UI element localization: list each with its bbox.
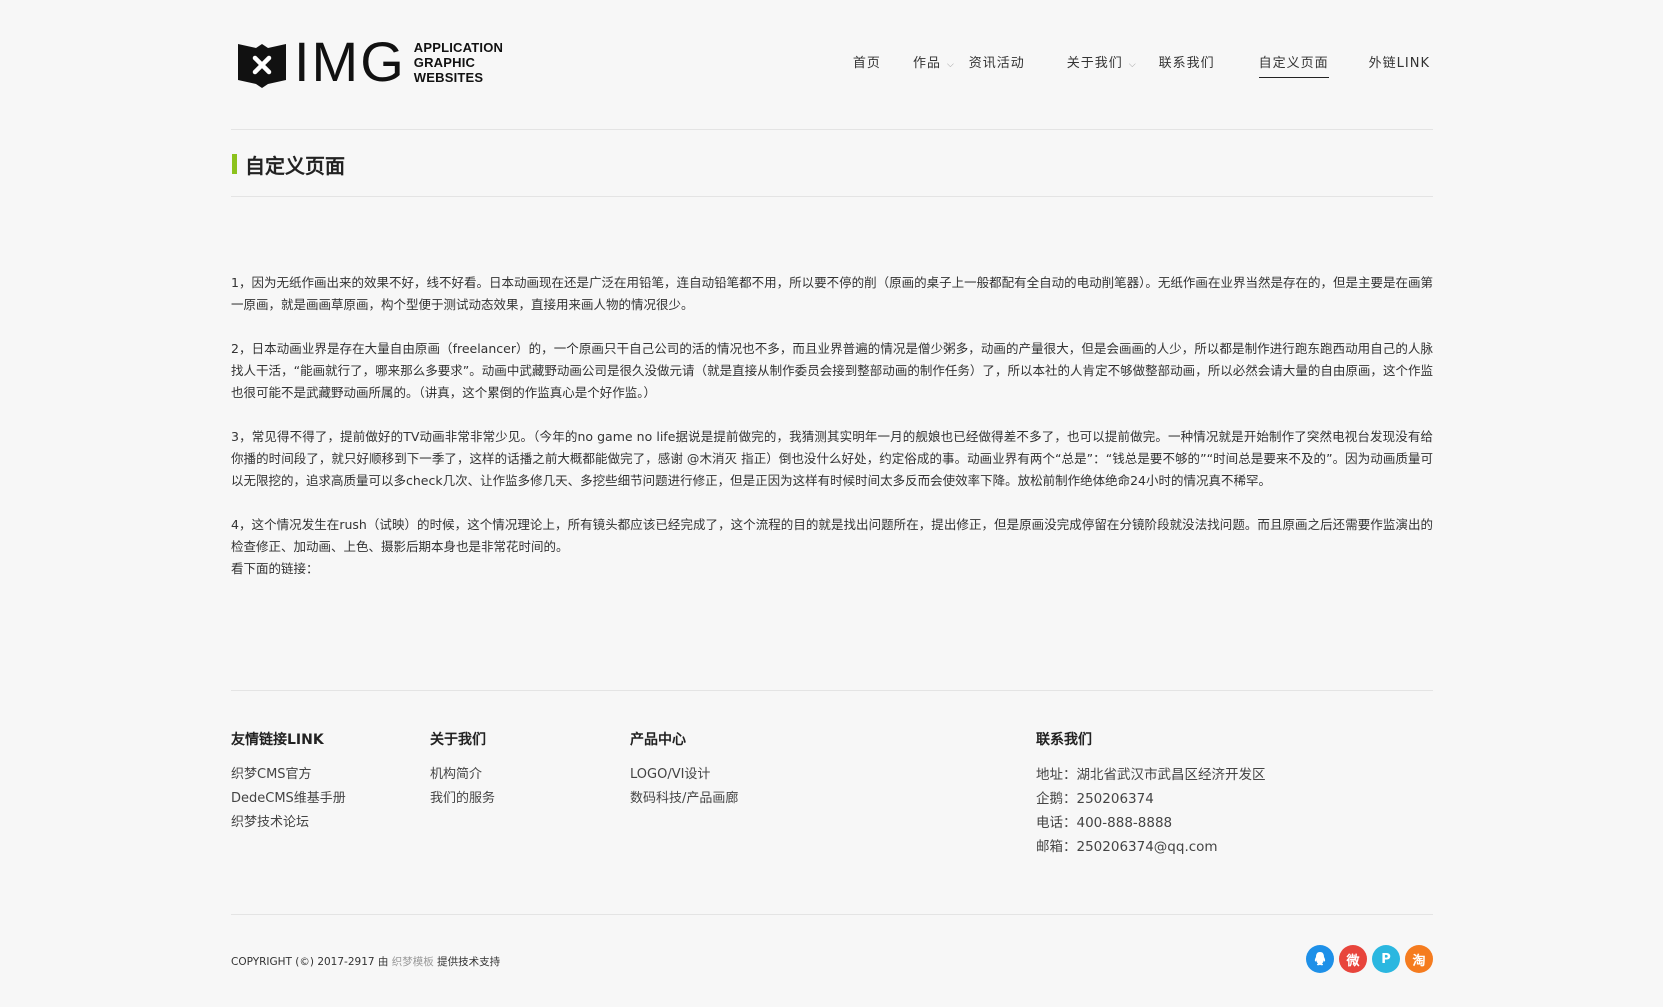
contact-qq: 企鹅：250206374 [1036, 791, 1154, 807]
logo-tagline-line1: APPLICATION [413, 39, 504, 55]
logo-tagline-line2: GRAPHIC [413, 54, 476, 70]
taobao-icon[interactable]: 淘 [1405, 945, 1433, 973]
nav-item-external-link[interactable]: 外链LINK [1369, 52, 1430, 78]
nav-item-custom-page[interactable]: 自定义页面 [1258, 52, 1329, 78]
nav-item-news[interactable]: 资讯活动 [969, 52, 1025, 78]
footer-link-dedecms-official[interactable]: 织梦CMS官方 [231, 763, 346, 787]
cms-link[interactable]: 织梦模板 [392, 956, 434, 968]
footer-contact-heading: 联系我们 [1036, 732, 1092, 748]
taobao-glyph: 淘 [1412, 953, 1426, 969]
copyright-suffix: 提供技术支持 [433, 956, 501, 968]
qq-icon[interactable] [1306, 945, 1334, 973]
nav-label: 自定义页面 [1258, 56, 1329, 71]
weibo-icon[interactable]: 微 [1339, 945, 1367, 973]
contact-email: 邮箱：250206374@qq.com [1036, 839, 1218, 855]
article-paragraph-1: 1，因为无纸作画出来的效果不好，线不好看。日本动画现在还是广泛在用铅笔，连自动铅… [231, 275, 1433, 312]
footer-contact-column: 联系我们 地址：湖北省武汉市武昌区经济开发区 企鹅：250206374 电话：4… [1036, 729, 1266, 859]
nav-label: 外链LINK [1368, 56, 1430, 71]
article-paragraph-3: 3，常见得不得了，提前做好的TV动画非常非常少见。（今年的no game no … [231, 429, 1433, 488]
footer-about-heading: 关于我们 [430, 732, 486, 748]
footer-links-column: 友情链接LINK 织梦CMS官方 DedeCMS维基手册 织梦技术论坛 [231, 729, 346, 835]
main-nav: 首页 作品 ⌵ 资讯活动 关于我们 ⌵ 联系我们 自定义页面 外链LINK [821, 52, 1430, 78]
nav-item-home[interactable]: 首页 [853, 52, 881, 78]
article-body: 1，因为无纸作画出来的效果不好，线不好看。日本动画现在还是广泛在用铅笔，连自动铅… [231, 272, 1433, 580]
contact-phone: 电话：400-888-8888 [1036, 815, 1173, 831]
bottom-bar: COPYRIGHT (©) 2017-2917 由 织梦模板 提供技术支持 微 … [231, 940, 1433, 980]
footer-links-heading: 友情链接LINK [231, 732, 324, 748]
logo-tagline: APPLICATION GRAPHIC WEBSITES [414, 40, 503, 85]
article-paragraph-2: 2，日本动画业界是存在大量自由原画（freelancer）的，一个原画只干自己公… [231, 341, 1433, 400]
logo-wordmark: IMG [294, 30, 406, 93]
nav-item-contact[interactable]: 联系我们 [1159, 52, 1215, 78]
footer-products-column: 产品中心 LOGO/VI设计 数码科技/产品画廊 [630, 729, 738, 811]
nav-label: 关于我们 [1066, 56, 1123, 71]
logo-tagline-line3: WEBSITES [413, 69, 484, 85]
social-links: 微 P 淘 [1301, 945, 1433, 973]
article-paragraph-4: 4，这个情况发生在rush（试映）的时候，这个情况理论上，所有镜头都应该已经完成… [231, 517, 1433, 554]
footer-link-intro[interactable]: 机构简介 [430, 763, 495, 787]
site-footer: 友情链接LINK 织梦CMS官方 DedeCMS维基手册 织梦技术论坛 关于我们… [231, 690, 1433, 915]
site-header: IMG APPLICATION GRAPHIC WEBSITES 首页 作品 ⌵ … [231, 0, 1433, 130]
nav-label: 作品 [912, 56, 941, 71]
page-title-bar: 自定义页面 [231, 130, 1433, 197]
nav-label: 首页 [852, 56, 881, 71]
title-accent-bar [232, 154, 237, 174]
footer-about-column: 关于我们 机构简介 我们的服务 [430, 729, 495, 811]
article-paragraph-5: 看下面的链接： [231, 561, 319, 576]
nav-label: 资讯活动 [968, 56, 1025, 71]
footer-link-services[interactable]: 我们的服务 [430, 787, 495, 811]
p-icon[interactable]: P [1372, 945, 1400, 973]
qq-penguin-icon [1314, 952, 1326, 966]
chevron-down-icon: ⌵ [1128, 60, 1137, 70]
nav-item-works[interactable]: 作品 ⌵ [913, 52, 955, 78]
nav-item-about[interactable]: 关于我们 ⌵ [1067, 52, 1137, 78]
footer-link-logo-vi[interactable]: LOGO/VI设计 [630, 763, 738, 787]
book-logo-icon [238, 44, 286, 88]
footer-link-dedecms-wiki[interactable]: DedeCMS维基手册 [231, 787, 346, 811]
footer-link-gallery[interactable]: 数码科技/产品画廊 [630, 787, 738, 811]
copyright-prefix: COPYRIGHT (©) 2017-2917 由 [231, 956, 392, 968]
p-glyph: P [1381, 951, 1391, 967]
page-title: 自定义页面 [245, 154, 345, 178]
copyright: COPYRIGHT (©) 2017-2917 由 织梦模板 提供技术支持 [231, 954, 500, 969]
contact-address: 地址：湖北省武汉市武昌区经济开发区 [1036, 767, 1266, 783]
chevron-down-icon: ⌵ [946, 60, 955, 70]
footer-products-heading: 产品中心 [630, 732, 686, 748]
weibo-glyph: 微 [1346, 953, 1360, 969]
footer-link-dedecms-forum[interactable]: 织梦技术论坛 [231, 811, 346, 835]
site-logo[interactable]: IMG APPLICATION GRAPHIC WEBSITES [236, 30, 503, 93]
nav-label: 联系我们 [1158, 56, 1215, 71]
